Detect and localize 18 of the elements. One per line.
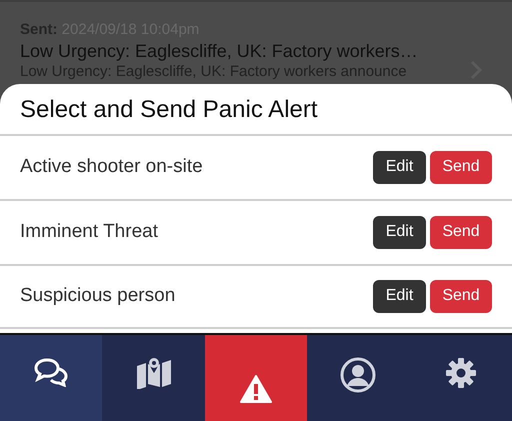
edit-button[interactable]: Edit bbox=[373, 280, 426, 313]
warning-icon bbox=[240, 375, 272, 404]
alert-label[interactable]: Suspicious person bbox=[20, 285, 369, 308]
edit-button[interactable]: Edit bbox=[373, 216, 426, 249]
user-circle-icon bbox=[340, 357, 376, 394]
sheet-title: Select and Send Panic Alert bbox=[20, 96, 318, 123]
warning-tab[interactable] bbox=[204, 335, 308, 421]
send-button[interactable]: Send bbox=[430, 280, 492, 313]
send-button[interactable]: Send bbox=[430, 150, 492, 184]
alert-label[interactable]: Imminent Threat bbox=[20, 221, 369, 244]
chat-bubbles-icon bbox=[33, 357, 70, 388]
send-button[interactable]: Send bbox=[430, 216, 492, 249]
edit-button[interactable]: Edit bbox=[373, 150, 426, 184]
settings-icon bbox=[444, 357, 477, 390]
chat-bubbles-tab[interactable] bbox=[0, 335, 102, 421]
map-pin-icon bbox=[136, 357, 172, 390]
alert-label[interactable]: Active shooter on-site bbox=[20, 156, 369, 178]
message-title: Low Urgency: Eaglescliffe, UK: Factory workers… bbox=[20, 41, 418, 61]
